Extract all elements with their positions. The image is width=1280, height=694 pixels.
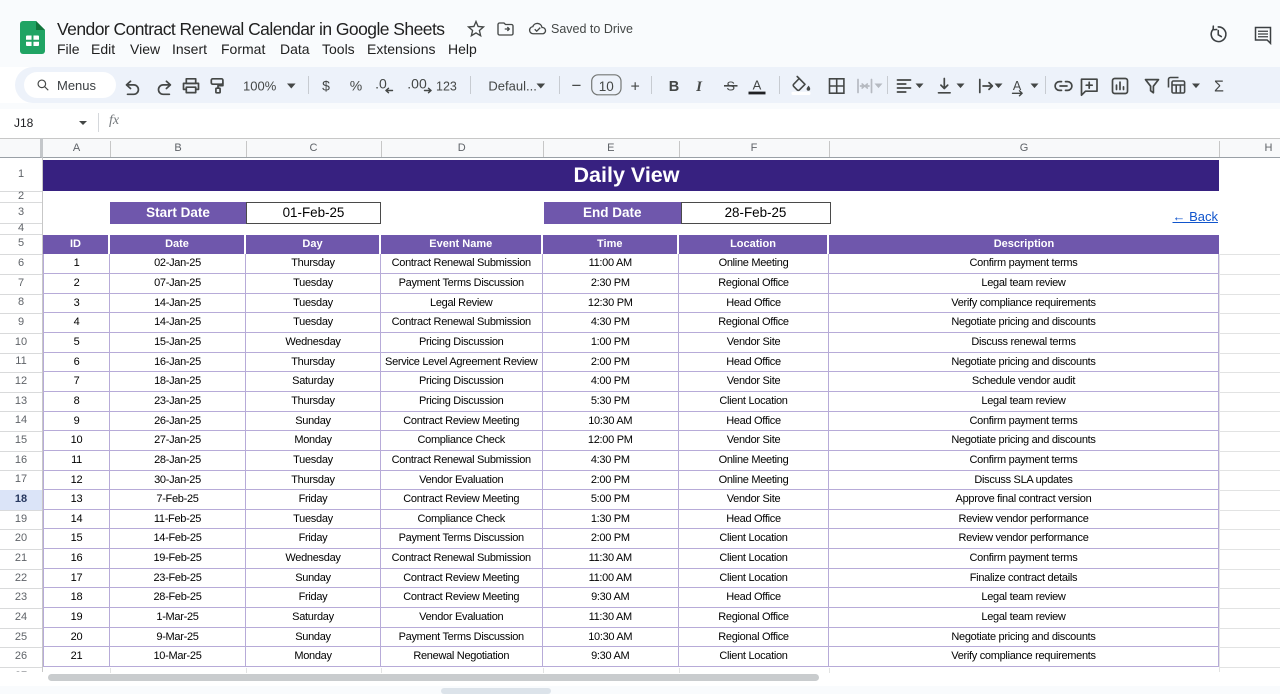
- svg-text:I: I: [695, 79, 703, 95]
- svg-text:Defaul...: Defaul...: [488, 79, 536, 94]
- svg-text:−: −: [572, 76, 582, 95]
- svg-text:123: 123: [436, 80, 457, 94]
- svg-text:B: B: [669, 79, 679, 95]
- svg-text:+: +: [631, 79, 640, 96]
- svg-text:10: 10: [599, 79, 614, 94]
- svg-text:Σ: Σ: [1214, 79, 1224, 96]
- svg-text:$: $: [322, 78, 330, 94]
- svg-text:100%: 100%: [243, 79, 277, 94]
- svg-text:.00: .00: [407, 76, 427, 92]
- svg-text:A: A: [753, 78, 762, 93]
- svg-text:%: %: [350, 78, 362, 94]
- svg-text:.0: .0: [375, 76, 387, 92]
